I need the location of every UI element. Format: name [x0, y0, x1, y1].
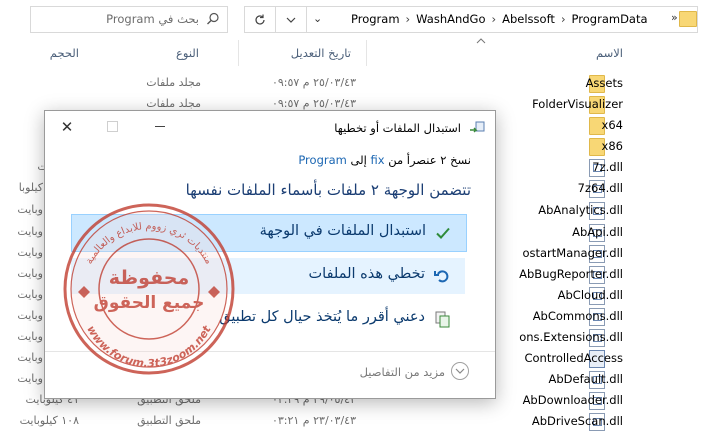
breadcrumb-abelssoft[interactable]: Abelssoft — [502, 12, 555, 26]
file-type: ملحق التطبيق — [137, 414, 201, 427]
breadcrumb-separator-icon[interactable]: › — [492, 12, 497, 26]
conflict-heading: تتضمن الوجهة ٢ ملفات بأسماء الملفات نفسه… — [185, 181, 471, 199]
close-icon: ✕ — [60, 118, 74, 136]
file-name: AbDriveScan.dll — [531, 414, 623, 428]
file-size: وبايت — [17, 351, 43, 364]
recent-locations-button[interactable] — [275, 6, 307, 33]
file-name: ons.Extensions.dll — [519, 330, 623, 344]
file-name: 7z64.dll — [577, 181, 623, 195]
file-name: AbDownloader.dll — [522, 393, 623, 407]
search-placeholder: بحث في Program — [106, 12, 199, 26]
file-size: وبايت — [17, 330, 43, 343]
file-name: AbApi.dll — [572, 225, 623, 239]
file-name: x64 — [601, 118, 623, 132]
file-size: وبايت — [17, 267, 43, 280]
watermark-center-line1: محفوظة — [109, 267, 189, 289]
breadcrumb-washandgo[interactable]: WashAndGo — [416, 12, 485, 26]
destination-folder-link[interactable]: Program — [298, 153, 347, 167]
more-details-link[interactable]: مزيد من التفاصيل — [360, 365, 445, 379]
watermark-center-line2: جميع الحقوق — [94, 293, 205, 313]
list-item[interactable]: AbDriveScan.dll ٢٣/٠٣/٤٣ م ٠٣:٢١ ملحق التط… — [0, 411, 703, 432]
column-header-name[interactable]: الاسم — [596, 46, 623, 60]
copy-summary-mid: إلى — [350, 153, 367, 167]
search-input[interactable]: بحث في Program — [30, 6, 228, 33]
file-name: 7z.dll — [592, 160, 623, 174]
copy-summary-prefix: نسخ ٢ عنصرأ من — [388, 153, 471, 167]
file-size: وبايت — [17, 225, 43, 238]
file-name: ControlledAccess — [524, 351, 623, 365]
column-header-type[interactable]: النوع — [176, 46, 199, 60]
file-name: x86 — [601, 139, 623, 153]
file-size: وبايت — [17, 288, 43, 301]
file-name: Assets — [585, 76, 623, 90]
minimize-button[interactable] — [155, 126, 165, 127]
column-header-date[interactable]: تاريخ التعديل — [291, 46, 351, 60]
sort-up-icon — [476, 38, 486, 44]
breadcrumb-separator-icon[interactable]: › — [406, 12, 411, 26]
file-name: AbCommons.dll — [532, 309, 623, 323]
breadcrumb-overflow-icon[interactable]: » — [671, 11, 678, 24]
compare-files-icon — [435, 311, 450, 328]
breadcrumb: Program › WashAndGo › Abelssoft › ProgramData — [351, 12, 648, 26]
file-name: AbAnalytics.dll — [538, 203, 623, 217]
refresh-button[interactable] — [244, 6, 276, 33]
breadcrumb-programdata[interactable]: ProgramData — [572, 12, 648, 26]
file-size: وبايت — [17, 246, 43, 259]
breadcrumb-separator-icon[interactable]: › — [561, 12, 566, 26]
list-item[interactable]: Assets ٢٥/٠٣/٤٣ م ٠٩:٥٧ مجلد ملفات — [0, 73, 703, 94]
file-size: وبايت — [17, 309, 43, 322]
file-date: ٢٣/٠٣/٤٣ م ٠٣:٢١ — [271, 414, 356, 427]
explorer-toolbar: بحث في Program ⌄ Program › WashAndGo › Abels… — [0, 0, 703, 38]
expand-details-icon[interactable] — [451, 362, 469, 380]
file-name: ostartManager.dll — [522, 246, 623, 260]
file-size: ١٠٨ كيلوبايت — [19, 414, 79, 427]
decide-each-label: دعني أقرر ما يُتخذ حيال كل تطبيق — [219, 309, 425, 325]
file-type: مجلد ملفات — [146, 76, 201, 89]
file-size: كيلوبا — [18, 181, 43, 194]
file-copy-icon — [470, 121, 485, 133]
file-name: AbDefault.dll — [548, 372, 623, 386]
file-date: ٢٥/٠٣/٤٣ م ٠٩:٥٧ — [271, 76, 356, 89]
file-type: مجلد ملفات — [146, 97, 201, 110]
chevron-down-icon — [286, 17, 296, 23]
source-folder-link[interactable]: fix — [370, 153, 384, 167]
maximize-button — [107, 121, 118, 132]
refresh-icon — [255, 14, 265, 25]
address-dropdown-icon[interactable]: ⌄ — [313, 12, 322, 25]
file-name: FolderVisualizer — [532, 97, 623, 111]
file-size: وبايت — [17, 203, 43, 216]
skip-files-label: تخطي هذه الملفات — [308, 266, 425, 282]
copy-summary: نسخ ٢ عنصرأ من fix إلى Program — [298, 153, 471, 167]
column-divider[interactable] — [366, 40, 367, 66]
dialog-title: استبدال الملفات أو تخطيها — [334, 121, 461, 135]
checkmark-icon — [436, 227, 450, 239]
column-header-size[interactable]: الحجم — [50, 46, 79, 60]
breadcrumb-program[interactable]: Program — [351, 12, 400, 26]
file-name: AbCloud.dll — [557, 288, 623, 302]
file-name: AbBugReporter.dll — [519, 267, 623, 281]
close-button[interactable]: ✕ — [55, 117, 79, 137]
forum-watermark-stamp: منتديات ثري زووم للابداع والعالمية www.f… — [63, 203, 235, 375]
file-date: ٢٥/٠٣/٤٣ م ٠٩:٥٧ — [271, 97, 356, 110]
search-icon — [207, 12, 219, 25]
undo-arrow-icon — [434, 270, 449, 283]
column-divider[interactable] — [238, 40, 239, 66]
folder-icon — [679, 11, 697, 27]
replace-files-label: استبدال الملفات في الوجهة — [259, 223, 426, 239]
address-bar[interactable]: ⌄ Program › WashAndGo › Abelssoft › ProgramDat… — [306, 6, 698, 33]
file-size: وبايت — [17, 372, 43, 385]
